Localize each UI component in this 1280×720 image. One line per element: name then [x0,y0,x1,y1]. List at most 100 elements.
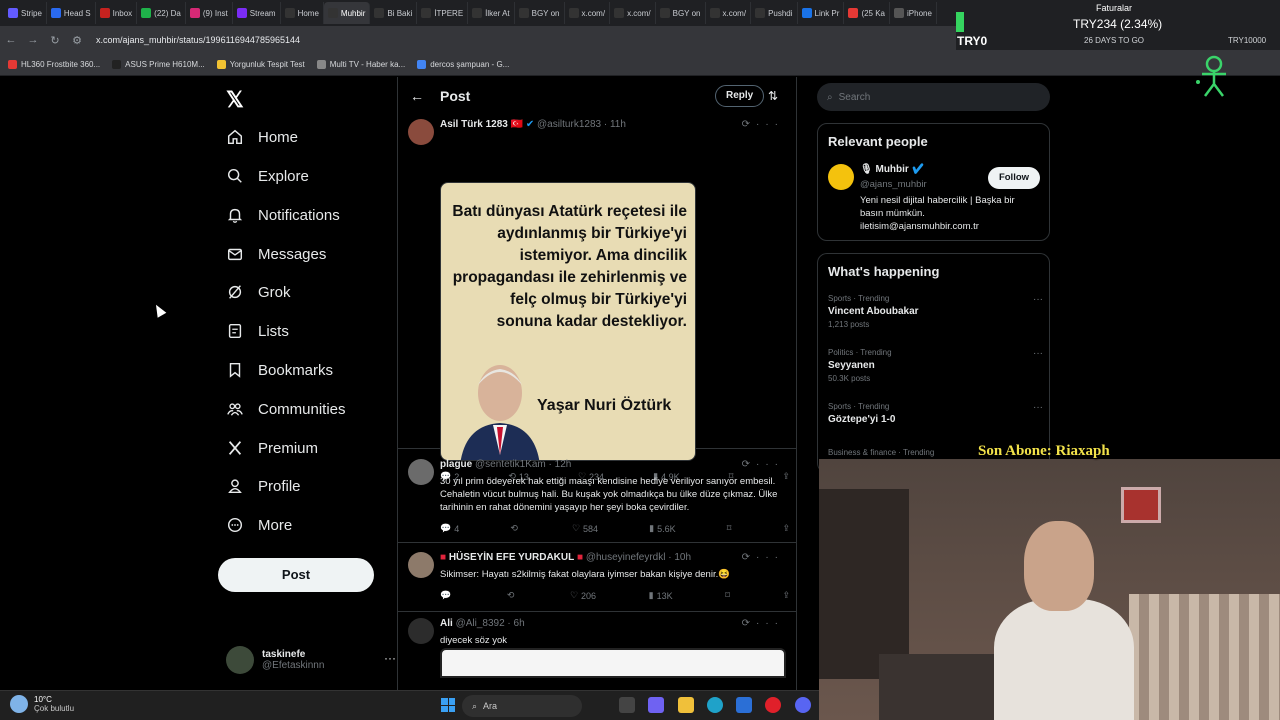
share-action[interactable]: ⇪ [782,523,790,534]
back-arrow-icon[interactable]: ← [410,88,440,104]
nav-item-notifications[interactable]: Notifications [226,200,340,230]
tweet[interactable]: Asil Türk 1283 🇹🇷 ✔ @asilturk1283 · 11h … [398,115,796,482]
nav-item-bookmarks[interactable]: Bookmarks [226,355,333,385]
tweet-image[interactable] [440,648,786,678]
post-button[interactable]: Post [218,558,374,592]
tweet[interactable]: Ali @Ali_8392 · 6h ⟳··· diyecek söz yok [398,614,796,690]
browser-tab[interactable]: İlker At [468,2,515,24]
browser-tab[interactable]: BGY on [515,2,565,24]
opera-icon[interactable] [765,697,781,713]
tweet-menu-icons[interactable]: ⟳··· [742,119,784,130]
tweet-menu-icons[interactable]: ⟳··· [742,459,784,470]
account-switcher[interactable]: taskinefe @Efetaskinnn ··· [226,643,396,677]
avatar[interactable] [828,164,854,190]
bookmark-action[interactable]: ⌑ [725,590,730,601]
author-handle[interactable]: @Ali_8392 [456,618,505,629]
browser-tab[interactable]: Inbox [96,2,138,24]
bookmark-item[interactable]: HL360 Frostbite 360... [8,60,100,69]
search-box[interactable]: ⌕ Search [817,83,1050,111]
nav-item-messages[interactable]: Messages [226,239,326,269]
forward-nav-icon[interactable]: → [22,34,44,46]
bookmark-item[interactable]: dercos şampuan - G... [417,60,509,69]
reply-action[interactable]: 💬 [440,590,454,601]
store-icon[interactable] [736,697,752,713]
task-view-icon[interactable] [619,697,635,713]
browser-tab[interactable]: (25 Ka [844,2,891,24]
author-name[interactable]: plague [440,459,472,470]
nav-item-profile[interactable]: Profile [226,471,301,501]
avatar[interactable] [408,459,434,485]
bookmark-item[interactable]: Yorgunluk Tespit Test [216,60,305,69]
url-field[interactable]: x.com/ajans_muhbir/status/19961169447859… [96,35,300,45]
file-explorer-icon[interactable] [678,697,694,713]
browser-tab[interactable]: Link Pr [798,2,845,24]
follow-button[interactable]: Follow [988,167,1040,189]
copilot-icon[interactable] [648,697,664,713]
retweet-action[interactable]: ⟲ [510,523,521,534]
reply-button[interactable]: Reply [715,85,765,107]
tweet-menu-icons[interactable]: ⟳··· [742,618,784,629]
taskbar-search[interactable]: ⌕ Ara [462,695,582,717]
share-action[interactable]: ⇪ [782,590,790,601]
avatar[interactable] [408,618,434,644]
browser-tab[interactable]: Muhbir [323,2,371,24]
account-more-icon[interactable]: ··· [384,651,396,665]
x-logo-icon[interactable]: 𝕏 [226,87,244,113]
avatar[interactable] [408,119,434,145]
reply-action[interactable]: 💬 4 [440,523,459,534]
browser-tab[interactable]: iPhone [890,2,937,24]
browser-tab[interactable]: (9) Inst [186,2,233,24]
person-handle[interactable]: @ajans_muhbir [860,179,927,190]
browser-tab[interactable]: Stripe [4,2,47,24]
tweet-time[interactable]: · 10h [668,552,691,563]
author-name[interactable]: Ali [440,618,453,629]
bookmark-item[interactable]: ASUS Prime H610M... [112,60,205,69]
tweet[interactable]: plague @sentetik1Kam · 12h ⟳··· 30 yıl p… [398,455,796,543]
browser-tab[interactable]: BGY on [656,2,706,24]
trend-item[interactable]: Politics · Trending Seyyanen 50.3K posts ··… [828,348,1043,383]
nav-item-lists[interactable]: Lists [226,316,289,346]
tweet-image[interactable]: Batı dünyası Atatürk reçetesi ile aydınl… [440,182,696,461]
weather-widget[interactable]: 10°C Çok bulutlu [10,695,74,713]
browser-tab[interactable]: Home [281,2,324,24]
trend-more-icon[interactable]: ··· [1033,402,1043,413]
edge-icon[interactable] [707,697,723,713]
trend-item[interactable]: Sports · Trending Vincent Aboubakar 1,213 … [828,294,1043,329]
start-menu-icon[interactable] [441,698,455,712]
author-handle[interactable]: @sentetik1Kam [475,459,546,470]
browser-tab[interactable]: x.com/ [706,2,752,24]
back-nav-icon[interactable]: ← [0,34,22,46]
trend-item[interactable]: Sports · Trending Göztepe'yi 1-0 ··· [828,402,1043,428]
browser-tab[interactable]: (22) Da [137,2,186,24]
views-action[interactable]: ▮ 13K [649,590,673,601]
browser-tab[interactable]: Head S [47,2,96,24]
site-info-icon[interactable]: ⚙ [66,34,88,47]
filter-icon[interactable]: ⇅ [768,89,778,103]
browser-tab[interactable]: Pushdi [751,2,798,24]
avatar[interactable] [408,552,434,578]
tweet-time[interactable]: · 6h [507,618,524,629]
like-action[interactable]: ♡ 206 [570,590,596,601]
reload-icon[interactable]: ↻ [44,34,66,47]
nav-item-explore[interactable]: Explore [226,161,309,191]
views-action[interactable]: ▮ 5.6K [649,523,675,534]
bookmark-action[interactable]: ⌑ [727,523,732,534]
discord-icon[interactable] [795,697,811,713]
browser-tab[interactable]: x.com/ [565,2,611,24]
tweet-menu-icons[interactable]: ⟳··· [742,552,784,563]
retweet-action[interactable]: ⟲ [507,590,518,601]
author-name[interactable]: Asil Türk 1283 [440,119,508,130]
author-handle[interactable]: @huseyinefeyrdkl [586,552,666,563]
tweet-time[interactable]: · 12h [549,459,572,470]
author-handle[interactable]: @asilturk1283 [537,119,601,130]
person-name[interactable]: 🎙 Muhbir ✔ [860,164,924,175]
like-action[interactable]: ♡ 584 [572,523,598,534]
trend-more-icon[interactable]: ··· [1033,294,1043,305]
nav-item-communities[interactable]: Communities [226,394,346,424]
tweet-time[interactable]: · 11h [604,119,626,130]
bookmark-item[interactable]: Multi TV - Haber ka... [316,60,405,69]
nav-item-home[interactable]: Home [226,122,298,152]
browser-tab[interactable]: Bi Baki [370,2,418,24]
browser-tab[interactable]: x.com/ [610,2,656,24]
nav-item-more[interactable]: More [226,510,292,540]
